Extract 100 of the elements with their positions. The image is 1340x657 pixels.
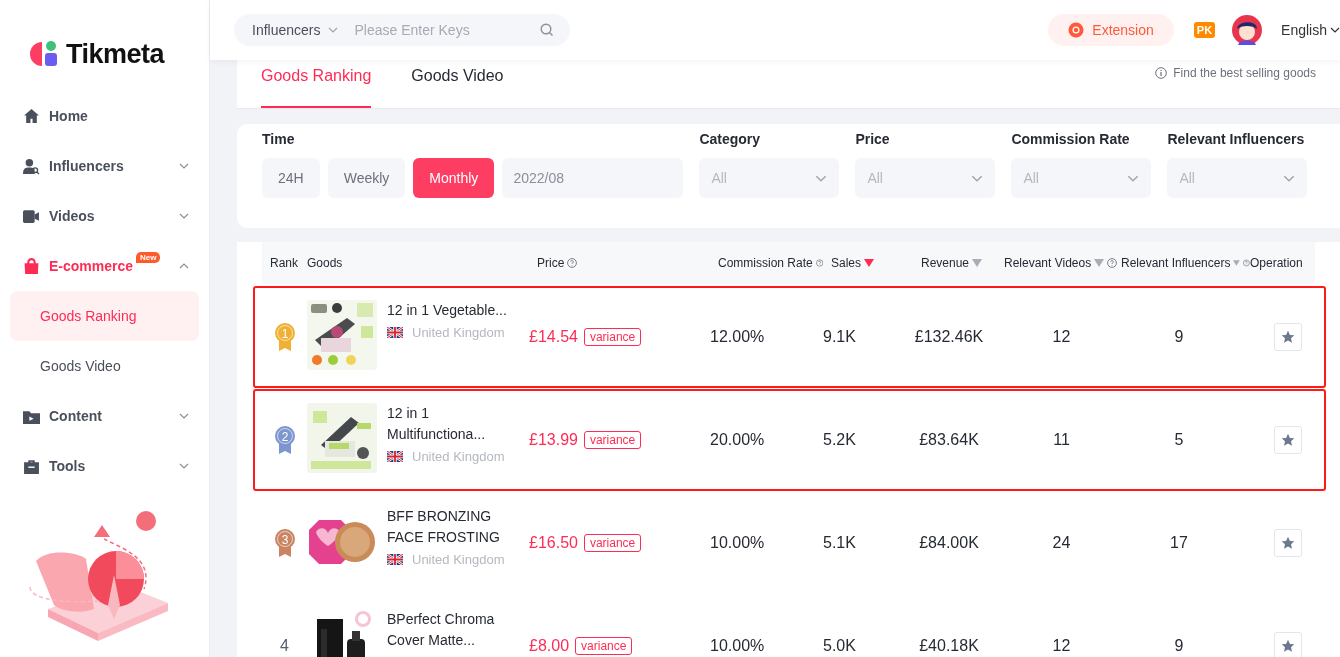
home-icon [23, 107, 40, 125]
videos-count: 24 [1052, 534, 1071, 551]
price-text: £16.50 [529, 534, 578, 552]
sales-text: 9.1K [823, 328, 856, 345]
variance-tag: variance [583, 431, 642, 449]
commission-text: 20.00% [710, 431, 765, 448]
commission-text: 10.00% [710, 534, 765, 551]
column-header: Rank [270, 256, 298, 270]
country-text: United Kingdom [412, 552, 505, 567]
column-header: Price [537, 256, 565, 270]
column-header: Revenue [921, 256, 970, 270]
favorite-button[interactable] [1274, 529, 1302, 557]
product-name[interactable]: 12 in 1 Multifunctiona... [387, 403, 512, 445]
sales-text: 5.0K [823, 637, 856, 654]
help-icon[interactable] [1243, 258, 1250, 268]
influencers-count: 9 [1174, 637, 1184, 654]
hint-text: Find the best selling goods [1173, 66, 1316, 80]
sidebar-subitem[interactable]: Goods Video [10, 341, 199, 391]
star-icon [1281, 433, 1295, 447]
revenue-text: £132.46K [914, 328, 984, 345]
filter-label: Relevant Influencers [1167, 130, 1306, 148]
influencers-count: 9 [1174, 328, 1184, 345]
chevron-icon [1330, 27, 1340, 33]
search-field[interactable]: Influencers Please Enter Keys [234, 14, 570, 46]
country-text: United Kingdom [412, 325, 505, 340]
flag-icon [387, 451, 403, 462]
product-name[interactable]: 12 in 1 Vegetable... [387, 300, 512, 321]
sort-icon[interactable] [972, 259, 983, 267]
case-icon [23, 457, 40, 475]
rank-number: 4 [280, 637, 289, 655]
user-icon [23, 157, 40, 175]
variance-tag: variance [575, 637, 633, 655]
influencers-count: 5 [1174, 431, 1184, 448]
star-icon [1281, 536, 1295, 550]
new-badge: New [136, 252, 161, 263]
sidebar-item[interactable]: Influencers [0, 141, 209, 191]
favorite-button[interactable] [1274, 323, 1302, 351]
sort-icon[interactable] [1094, 259, 1105, 267]
column-header: Goods [307, 256, 343, 270]
variance-tag: variance [583, 534, 642, 552]
column-header: Commission Rate [718, 256, 813, 270]
help-icon[interactable] [815, 258, 823, 268]
time-option[interactable]: 24H [262, 158, 320, 198]
language-dropdown[interactable]: English [1281, 22, 1340, 38]
time-option[interactable]: Weekly [327, 158, 406, 198]
filter-label: Category [699, 130, 762, 148]
column-header: Relevant Influencers [1121, 256, 1231, 270]
chevron-icon [1283, 174, 1296, 182]
sales-text: 5.2K [823, 431, 856, 448]
variance-tag: variance [583, 328, 642, 346]
filter-label: Commission Rate [1011, 130, 1131, 148]
scope-dropdown[interactable]: Influencers [252, 22, 339, 38]
column-header: Sales [831, 256, 862, 270]
logo-text: Tikmeta [66, 38, 165, 70]
price-text: £13.99 [529, 431, 578, 449]
avatar-icon[interactable] [1232, 15, 1263, 45]
filter-label: Price [855, 130, 891, 148]
sidebar-item[interactable]: Tools [0, 441, 209, 491]
sales-text: 5.1K [823, 534, 856, 551]
revenue-text: £84.00K [919, 534, 979, 551]
influencers-count: 17 [1170, 534, 1188, 551]
commission-text: 12.00% [710, 328, 765, 345]
help-icon[interactable] [567, 258, 578, 268]
filter-label: Time [262, 130, 296, 148]
sort-icon[interactable] [864, 259, 875, 267]
commission-text: 10.00% [710, 637, 765, 654]
flag-icon [387, 327, 403, 338]
info-icon [1155, 67, 1168, 79]
star-icon [1281, 330, 1295, 344]
help-icon[interactable] [1107, 258, 1118, 268]
sidebar-item[interactable]: E-commerce New [0, 241, 209, 291]
chevron-icon [815, 174, 828, 182]
sidebar-item[interactable]: Content [0, 391, 209, 441]
bag-icon [23, 257, 40, 275]
sidebar-item[interactable]: Videos [0, 191, 209, 241]
chevron-icon [328, 27, 339, 33]
tab[interactable]: Goods Video [411, 60, 504, 108]
search-icon[interactable] [540, 23, 554, 37]
product-name[interactable]: BFF BRONZING FACE FROSTING [387, 506, 512, 548]
logo-icon [28, 40, 60, 68]
favorite-button[interactable] [1274, 632, 1302, 657]
videos-count: 12 [1052, 637, 1071, 654]
revenue-text: £83.64K [919, 431, 979, 448]
chevron-icon [971, 174, 984, 182]
sidebar-item[interactable]: Home [0, 91, 209, 141]
country-text: United Kingdom [412, 449, 505, 464]
column-header: Relevant Videos [1004, 256, 1092, 270]
video-icon [23, 207, 40, 225]
videos-count: 11 [1053, 431, 1070, 448]
flag-icon [387, 554, 403, 565]
price-text: £8.00 [529, 637, 570, 655]
tab[interactable]: Goods Ranking [261, 60, 372, 108]
favorite-button[interactable] [1274, 426, 1302, 454]
product-name[interactable]: BPerfect Chroma Cover Matte... [387, 609, 512, 651]
sort-icon[interactable] [1233, 259, 1241, 267]
chevron-icon [1127, 174, 1140, 182]
price-text: £14.54 [529, 328, 578, 346]
revenue-text: £40.18K [919, 637, 979, 654]
column-header: Operation [1250, 256, 1303, 270]
star-icon [1281, 639, 1295, 653]
